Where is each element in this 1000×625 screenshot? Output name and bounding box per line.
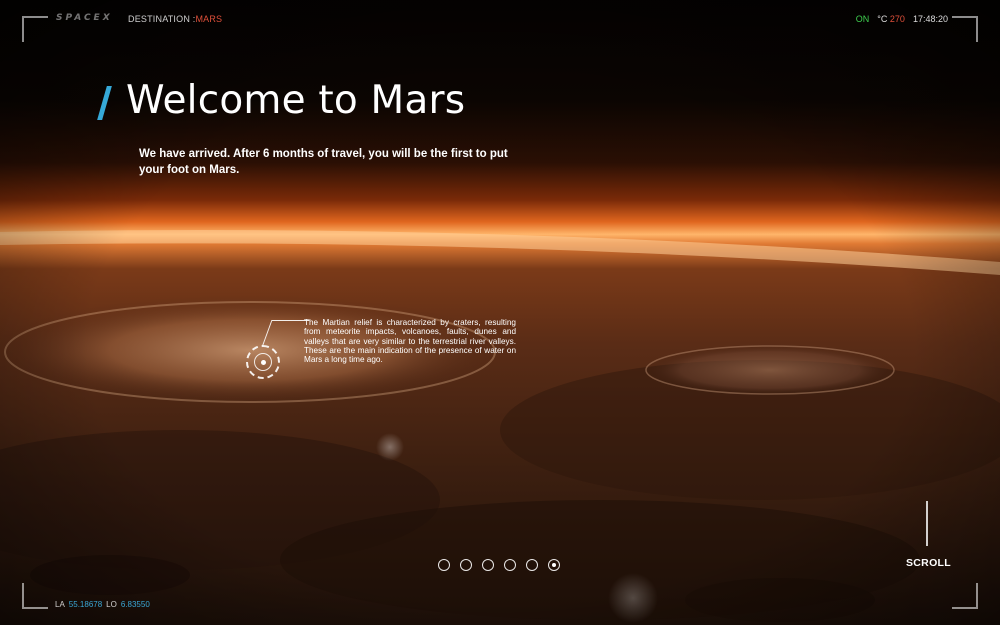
longitude-label: LO — [106, 600, 117, 609]
destination-value: MARS — [195, 14, 223, 24]
pager-dot[interactable] — [460, 559, 472, 571]
temperature-readout: °C 270 — [877, 14, 905, 24]
hud-corner-top-right — [952, 16, 978, 42]
pager-dot[interactable] — [482, 559, 494, 571]
hotspot-center-dot — [261, 360, 266, 365]
crater-hotspot-marker[interactable] — [246, 345, 280, 379]
spacex-logo[interactable]: SPACEX — [56, 13, 113, 23]
longitude-value: 6.83550 — [120, 600, 150, 609]
destination-indicator: DESTINATION :MARS — [128, 14, 222, 24]
hud-corner-bottom-right — [952, 583, 978, 609]
intro-paragraph: We have arrived. After 6 months of trave… — [139, 148, 508, 176]
pager-dot[interactable] — [438, 559, 450, 571]
hud-corner-top-left — [22, 16, 48, 42]
pager-dot[interactable] — [526, 559, 538, 571]
page-title-block: Welcome to Mars — [97, 78, 466, 123]
scroll-button[interactable]: SCROLL — [906, 557, 951, 569]
status-bar: ON °C 270 17:48:20 — [856, 14, 948, 24]
destination-label: DESTINATION : — [128, 14, 196, 24]
latitude-label: LA — [55, 600, 65, 609]
temperature-unit: °C — [877, 14, 888, 24]
mars-landing-screen: SPACEX DESTINATION :MARS ON °C 270 17:48… — [0, 0, 1000, 625]
pager-dot[interactable] — [504, 559, 516, 571]
pager-dot[interactable] — [548, 559, 560, 571]
clock-time: 17:48:20 — [912, 14, 948, 24]
hud-corner-bottom-left — [22, 583, 48, 609]
temperature-value: 270 — [889, 14, 905, 24]
latitude-value: 55.18678 — [68, 600, 103, 609]
page-title: Welcome to Mars — [126, 78, 466, 123]
power-status: ON — [855, 14, 870, 24]
scroll-indicator-line — [926, 501, 928, 546]
slide-pagination — [438, 559, 560, 571]
annotation-text: The Martian relief is characterized by c… — [304, 318, 516, 365]
coordinates-readout: LA 55.18678 LO 6.83550 — [55, 600, 150, 609]
